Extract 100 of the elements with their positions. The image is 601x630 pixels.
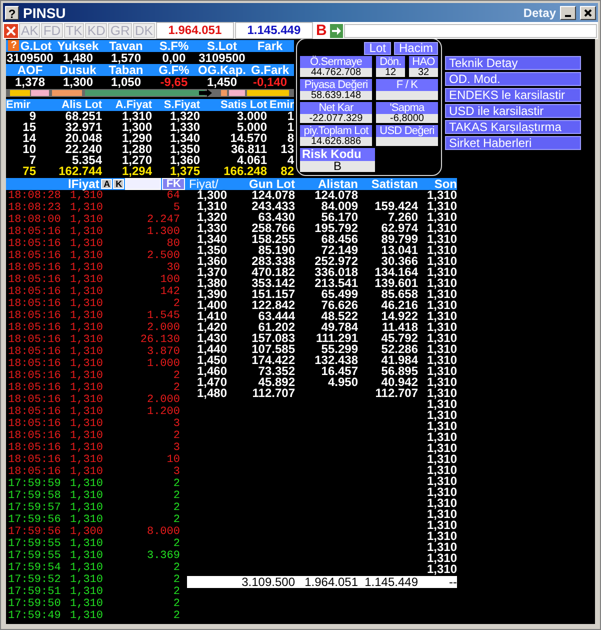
filter-field[interactable]: [125, 178, 162, 190]
table-cell-text: 1,310: [426, 300, 457, 311]
table-cell-text: 1,470: [196, 377, 227, 388]
sort-button[interactable]: K: [113, 179, 124, 189]
table-cell-text: 283.338: [250, 256, 295, 267]
trade-lot: 64: [166, 190, 180, 202]
table-cell-text: 1: [286, 111, 294, 122]
trade-time: 18:05:16: [8, 466, 62, 478]
trade-time: 18:05:16: [8, 274, 62, 286]
table-cell-text: 1,350: [168, 144, 200, 155]
table-cell-text: 1,310: [426, 465, 457, 476]
table-cell-text: 68.251: [64, 111, 102, 122]
table-cell-text: 107.585: [250, 344, 295, 355]
table-cell-text: 124.078: [314, 190, 358, 201]
field-value: -22.077.329: [300, 114, 372, 123]
stat-value: 1,570: [110, 51, 141, 65]
stat-label: Yuksek: [57, 40, 99, 52]
table-cell-text: 1,330: [196, 223, 227, 234]
input-field[interactable]: [344, 24, 597, 38]
stat-label: Dusuk: [60, 64, 96, 76]
table-cell-text: 4: [287, 155, 294, 166]
go-button[interactable]: [330, 24, 343, 38]
table-cell-text: 1,380: [196, 278, 227, 289]
field-label: Risk Kodu: [300, 148, 375, 161]
table-cell-text: 1,310: [426, 542, 457, 553]
table-cell-text: 1,430: [196, 333, 227, 344]
field-value: B: [300, 161, 375, 172]
close-button[interactable]: [580, 6, 596, 20]
table-cell-text: 1,280: [120, 144, 152, 155]
table-cell-text: 1,420: [196, 322, 227, 333]
trade-time: 17:59:51: [8, 586, 62, 598]
sort-button[interactable]: A: [101, 179, 112, 189]
table-cell-text: 353.142: [250, 278, 295, 289]
trade-time: 18:05:16: [8, 430, 62, 442]
trade-time: 18:05:16: [8, 382, 62, 394]
table-cell-text: 65.499: [321, 289, 358, 300]
table-cell-text: 62.974: [380, 223, 418, 234]
table-cell-text: 56.170: [321, 212, 358, 223]
trade-price: 1,310: [70, 286, 104, 298]
table-cell-text: 1,310: [426, 432, 457, 443]
table-cell-text: 1,294: [120, 166, 152, 177]
close-icon: [584, 8, 592, 16]
column-header: Alistan: [295, 178, 358, 190]
trade-time: 18:05:16: [8, 286, 62, 298]
link-button[interactable]: Teknik Detay: [445, 56, 581, 70]
field-label: F / K: [376, 79, 438, 91]
table-cell-text: 1,310: [426, 399, 457, 410]
trade-price: 1,310: [70, 550, 104, 562]
table-cell-text: 68.456: [321, 234, 358, 245]
table-cell-text: 1,390: [196, 289, 227, 300]
minimize-button[interactable]: [560, 6, 576, 20]
table-cell-text: 122.842: [250, 300, 295, 311]
trade-lot: 2: [172, 598, 180, 610]
stat-value: 1,450: [206, 75, 237, 89]
toggle-button[interactable]: Lot: [364, 42, 391, 55]
trade-lot: 2.000: [146, 394, 180, 406]
trade-lot: 3: [172, 466, 180, 478]
trade-price: 1,310: [70, 586, 104, 598]
trade-lot: 3.870: [146, 346, 180, 358]
table-cell-text: 55.299: [321, 344, 358, 355]
table-cell-text: 5.354: [72, 155, 102, 166]
field-label: Dön.: [376, 56, 405, 68]
trade-lot: 2: [172, 562, 180, 574]
field-value: [376, 137, 438, 146]
trade-lot: 142: [159, 286, 180, 298]
table-cell-text: 1,310: [426, 443, 457, 454]
trade-price: 1,310: [70, 490, 104, 502]
link-button[interactable]: ENDEKS le karsilastir: [445, 88, 581, 102]
table-cell-text: 40.942: [381, 377, 418, 388]
trade-price: 1,310: [70, 226, 104, 238]
table-cell-text: 1,310: [426, 234, 457, 245]
table-cell-text: 1,310: [426, 267, 457, 278]
link-button[interactable]: USD ile karsilastir: [445, 104, 581, 118]
trade-lot: 2: [172, 490, 180, 502]
trade-time: 18:05:16: [8, 418, 62, 430]
table-cell-text: 45.792: [380, 333, 418, 344]
stat-value: -0,140: [252, 75, 288, 89]
table-cell-text: 195.792: [314, 223, 358, 234]
trade-lot: 1.545: [146, 310, 180, 322]
help-icon[interactable]: ?: [5, 6, 19, 20]
table-cell-text: 1,310: [426, 322, 457, 333]
trade-price: 1,310: [70, 466, 104, 478]
toggle-button[interactable]: Hacim: [394, 42, 438, 55]
table-cell-text: 7: [29, 155, 36, 166]
stat-label: Tavan: [109, 40, 143, 52]
filter-button[interactable]: FK: [162, 178, 185, 190]
sell-total: 1.145.449: [234, 22, 313, 39]
table-cell-text: 1,370: [196, 267, 227, 278]
link-button[interactable]: OD. Mod.: [445, 72, 581, 86]
link-button[interactable]: TAKAS Karşılaştırma: [445, 120, 581, 134]
field-value: -6,8000: [376, 114, 438, 123]
stat-label: Fark: [257, 40, 283, 52]
table-cell-text: 1,350: [196, 245, 227, 256]
help-icon[interactable]: ?: [8, 40, 20, 51]
table-cell-text: 22.240: [64, 144, 102, 155]
link-button[interactable]: Sirket Haberleri: [445, 136, 581, 150]
trade-time: 17:59:59: [8, 478, 62, 490]
table-cell-text: 1,340: [196, 234, 227, 245]
field-value: 58.639.148: [300, 91, 372, 100]
trade-lot: 2: [172, 514, 180, 526]
